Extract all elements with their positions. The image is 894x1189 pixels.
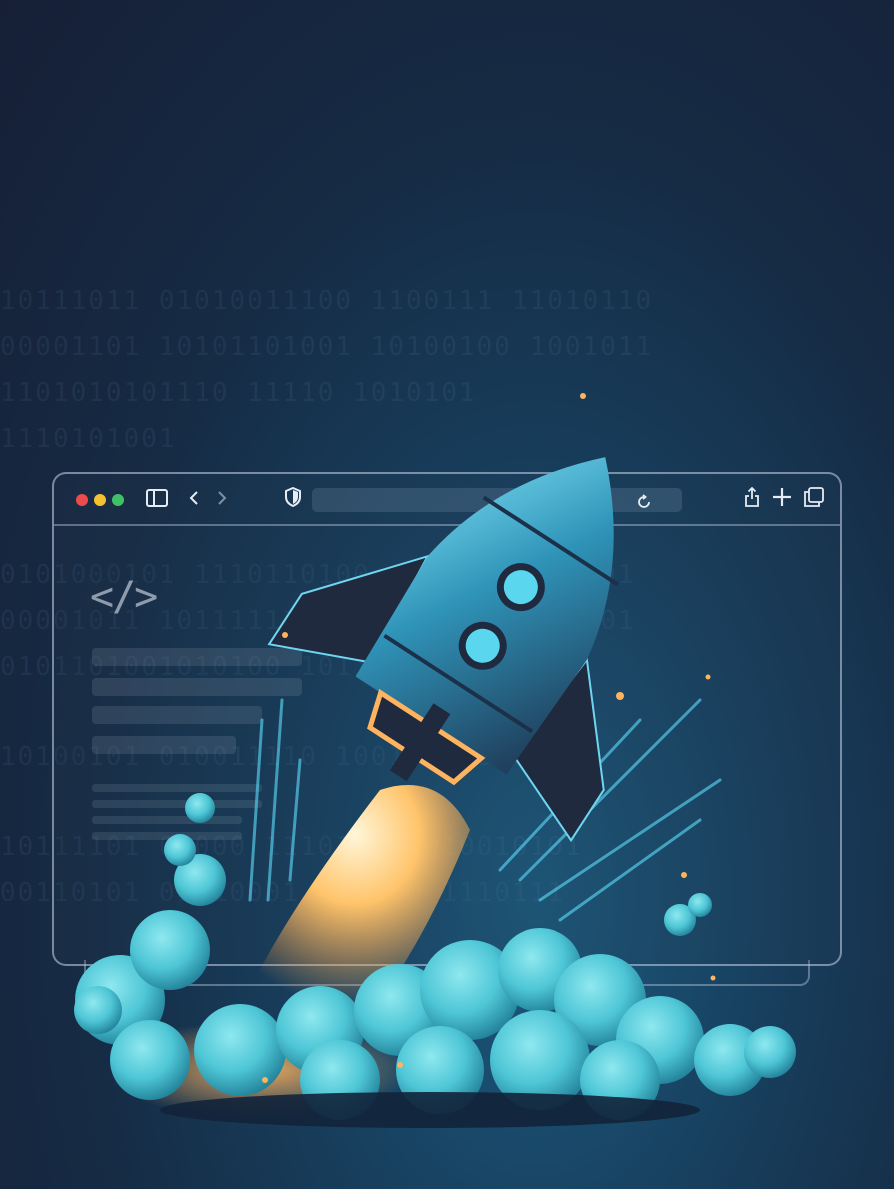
rocket	[267, 457, 619, 843]
ground-shadow	[160, 1092, 700, 1128]
illustration-canvas: 10111011 01010011100 1100111 11010110 00…	[0, 0, 894, 1189]
rocket-scene	[74, 393, 796, 1128]
